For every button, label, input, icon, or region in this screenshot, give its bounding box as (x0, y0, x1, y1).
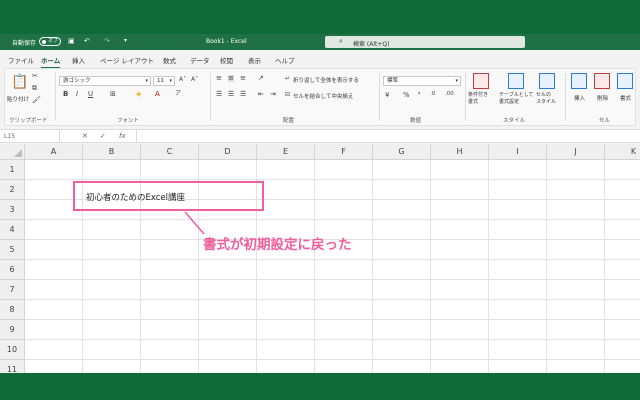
callout-pointer-line (184, 211, 205, 235)
callout-pointer (184, 211, 205, 235)
annotation-text: 書式が初期設定に戻った (203, 237, 352, 253)
